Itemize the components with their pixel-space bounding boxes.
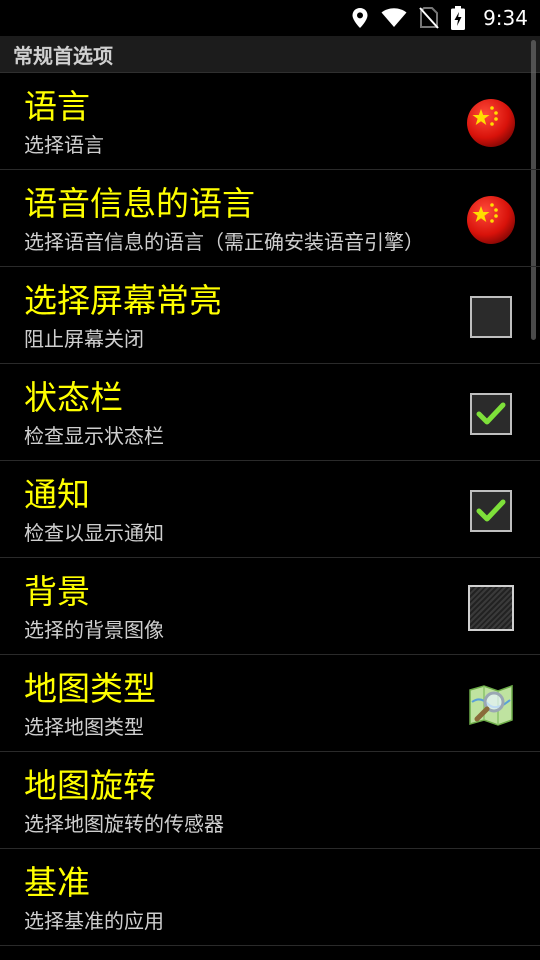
pref-subtitle: 选择的背景图像 — [24, 618, 164, 642]
china-flag-icon — [466, 98, 516, 148]
pref-subtitle: 阻止屏幕关闭 — [24, 327, 144, 351]
preferences-list: 语言 选择语言 语音信息的语言 选择语音信息的语言（需正确安装语音引擎） 选择屏… — [0, 73, 540, 946]
pref-item-notification[interactable]: 通知 检查以显示通知 — [0, 461, 540, 558]
notification-checkbox[interactable] — [470, 490, 512, 532]
wifi-icon — [381, 8, 407, 27]
pref-title: 地图类型 — [24, 669, 156, 708]
pref-subtitle: 检查以显示通知 — [24, 521, 164, 545]
pref-subtitle: 选择地图旋转的传感器 — [24, 812, 224, 836]
pref-item-datum[interactable]: 基准 选择基准的应用 — [0, 849, 540, 946]
pref-subtitle: 选择语音信息的语言（需正确安装语音引擎） — [24, 230, 424, 254]
section-header: 常规首选项 — [0, 36, 540, 73]
pref-item-status-bar[interactable]: 状态栏 检查显示状态栏 — [0, 364, 540, 461]
location-icon — [352, 8, 368, 28]
pref-title: 语音信息的语言 — [24, 184, 255, 223]
status-bar-checkbox[interactable] — [470, 393, 512, 435]
checkmark-icon — [476, 499, 506, 522]
pref-item-map-type[interactable]: 地图类型 选择地图类型 — [0, 655, 540, 752]
map-search-icon — [466, 680, 516, 730]
pref-subtitle: 选择基准的应用 — [24, 909, 164, 933]
checkmark-icon — [476, 402, 506, 425]
status-bar: 9:34 — [0, 0, 540, 36]
pref-item-voice-language[interactable]: 语音信息的语言 选择语音信息的语言（需正确安装语音引擎） — [0, 170, 540, 267]
pref-title: 语言 — [24, 87, 90, 126]
pref-item-map-rotation[interactable]: 地图旋转 选择地图旋转的传感器 — [0, 752, 540, 849]
pref-title: 背景 — [24, 572, 90, 611]
pref-subtitle: 选择地图类型 — [24, 715, 144, 739]
clock-time: 9:34 — [483, 6, 528, 30]
pref-subtitle: 选择语言 — [24, 133, 104, 157]
pref-title: 通知 — [24, 475, 90, 514]
no-sim-icon — [419, 7, 439, 29]
pref-title: 状态栏 — [24, 378, 123, 417]
china-flag-icon — [466, 195, 516, 245]
battery-charging-icon — [451, 6, 466, 30]
screen-on-checkbox[interactable] — [470, 296, 512, 338]
pref-title: 地图旋转 — [24, 766, 156, 805]
background-swatch-icon — [468, 585, 514, 631]
pref-title: 基准 — [24, 863, 90, 902]
pref-subtitle: 检查显示状态栏 — [24, 424, 164, 448]
pref-item-screen-on[interactable]: 选择屏幕常亮 阻止屏幕关闭 — [0, 267, 540, 364]
pref-item-background[interactable]: 背景 选择的背景图像 — [0, 558, 540, 655]
pref-title: 选择屏幕常亮 — [24, 281, 222, 320]
pref-item-language[interactable]: 语言 选择语言 — [0, 73, 540, 170]
